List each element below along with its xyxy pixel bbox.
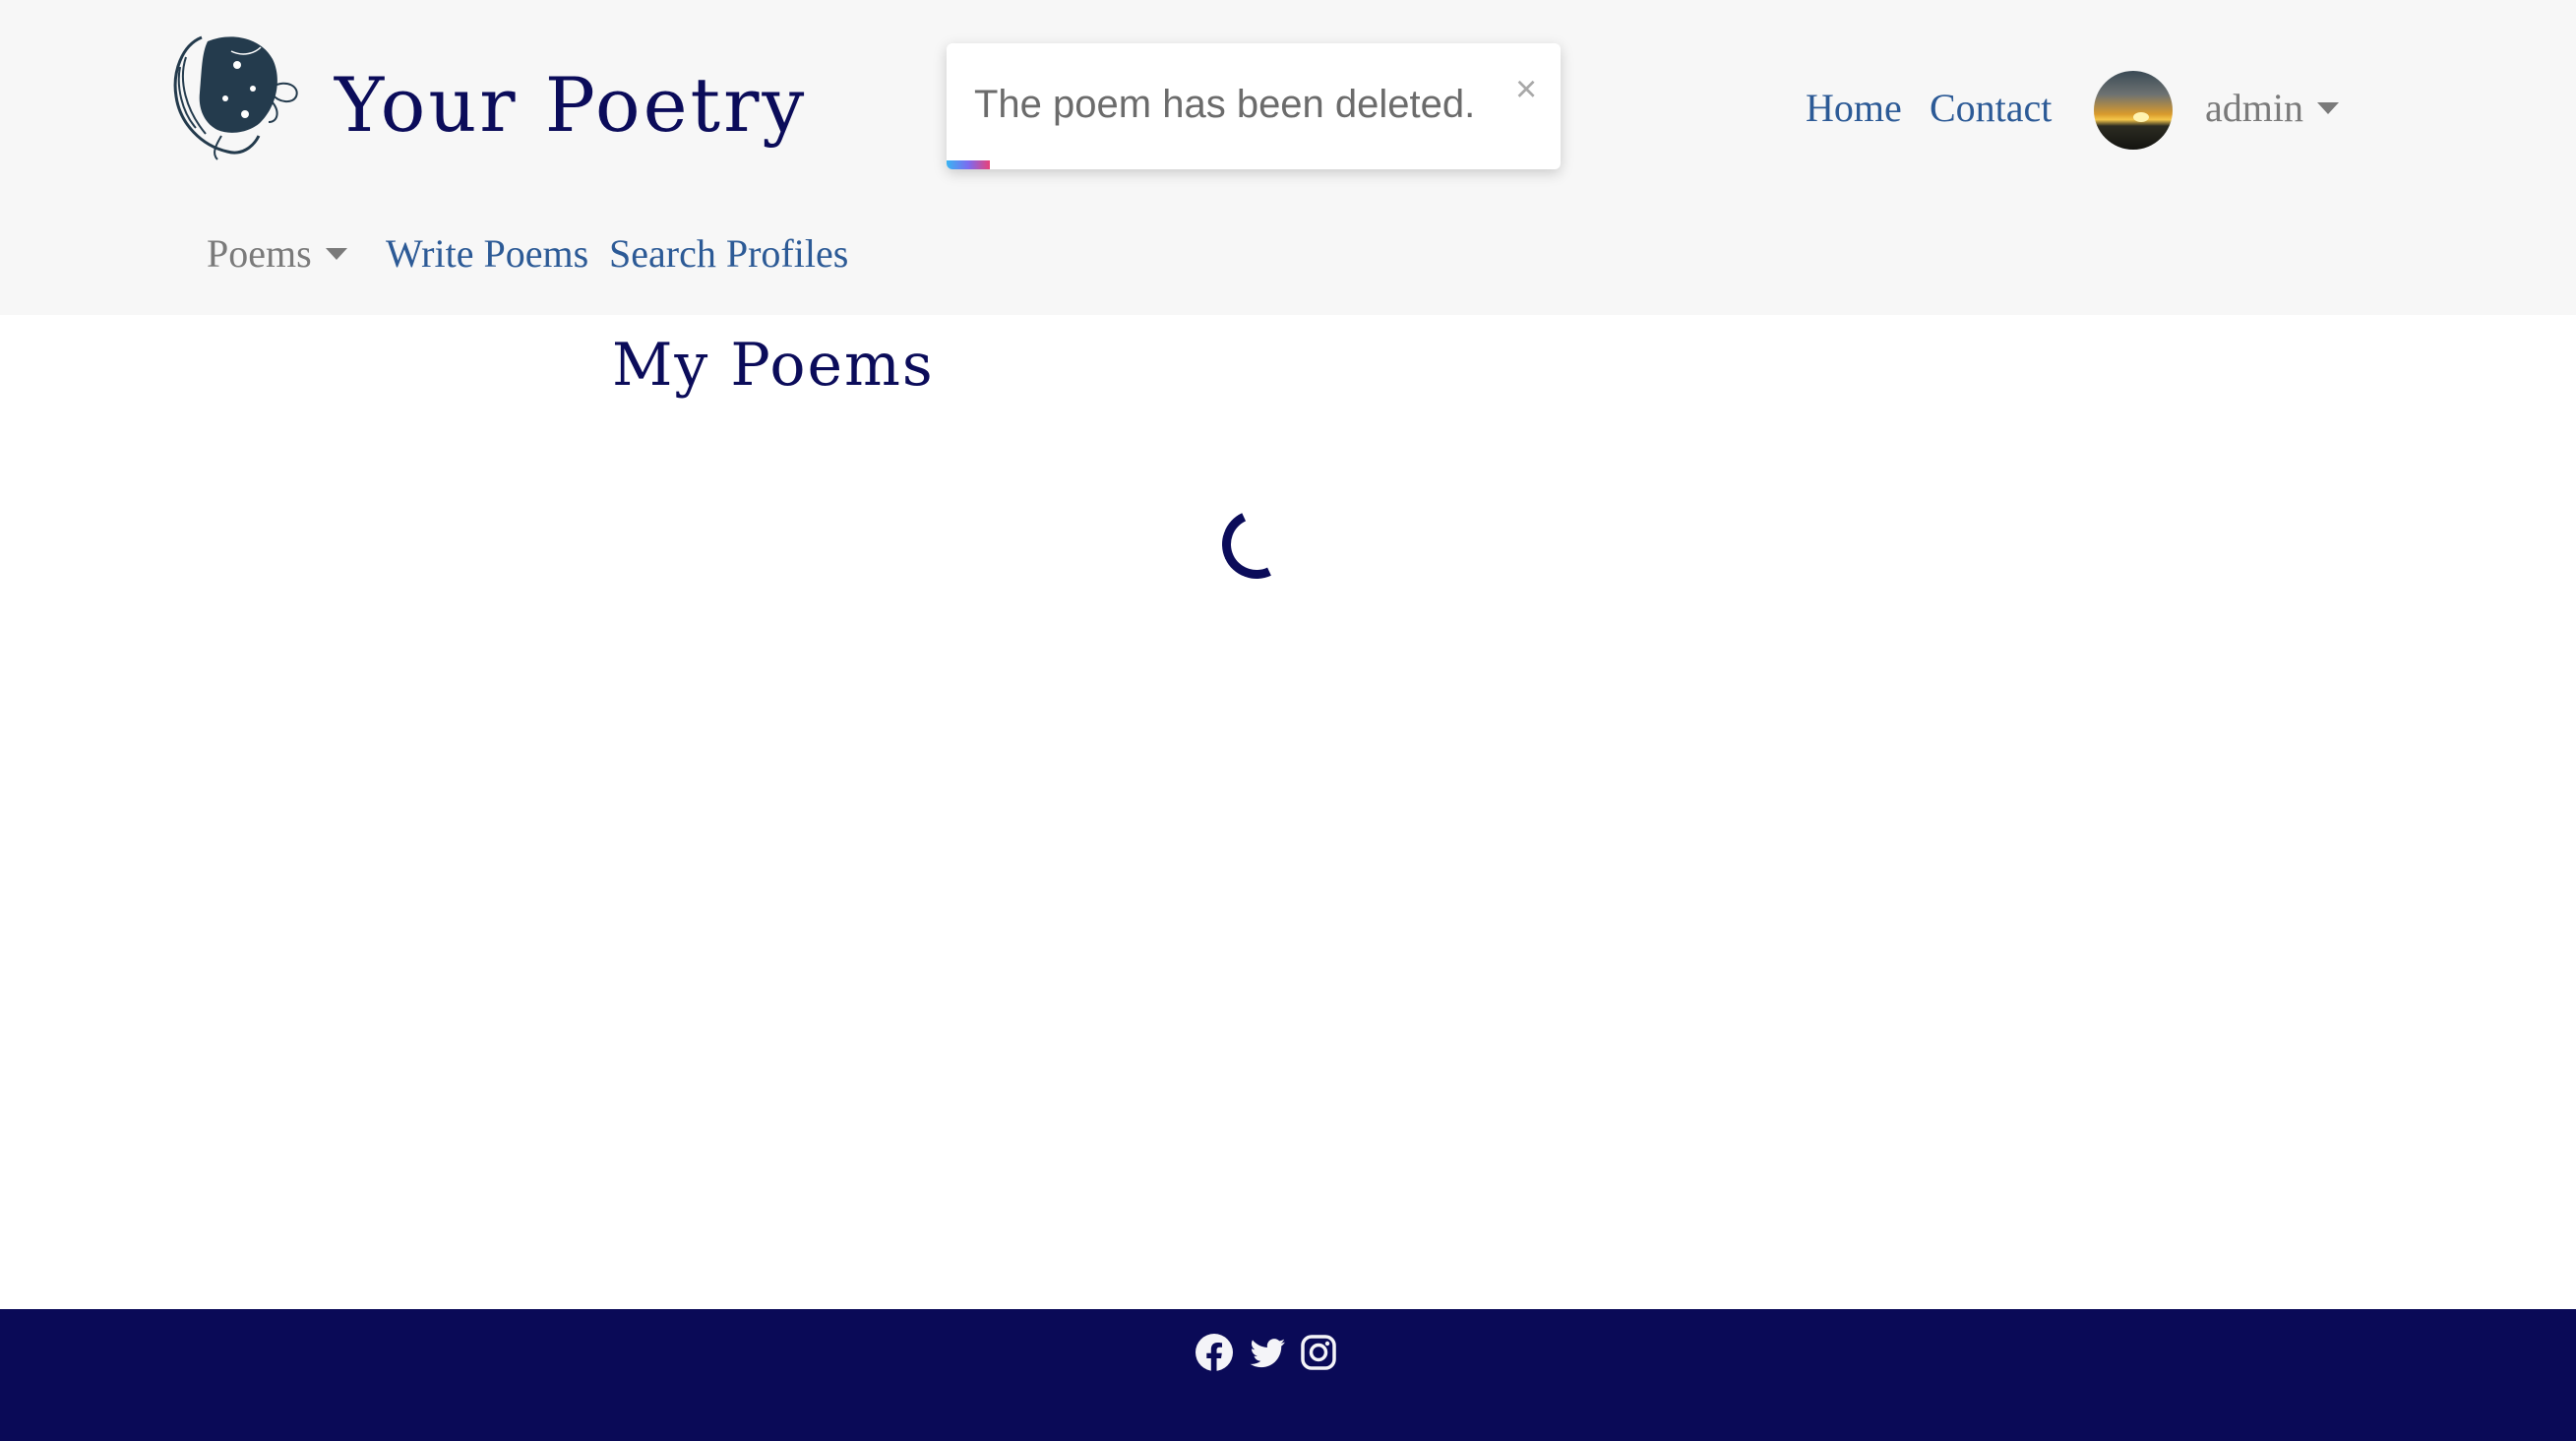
toast-progress-bar [947,160,990,169]
page-title: My Poems [612,331,935,400]
close-icon[interactable]: × [1515,71,1537,108]
user-menu-dropdown[interactable]: admin [2205,85,2339,131]
loading-spinner-icon [1212,500,1301,589]
avatar-sun [2133,112,2149,122]
nav-search-profiles[interactable]: Search Profiles [609,230,848,277]
site-brand-title[interactable]: Your Poetry [335,61,807,149]
nav-write-poems[interactable]: Write Poems [386,230,588,277]
site-footer [0,1309,2576,1441]
user-menu-label: admin [2205,86,2303,130]
facebook-icon[interactable] [1195,1333,1234,1372]
instagram-icon[interactable] [1299,1333,1338,1372]
nav-poems-dropdown[interactable]: Poems [207,230,347,277]
nav-contact[interactable]: Contact [1930,85,2052,131]
caret-down-icon [2316,101,2339,114]
poet-face-logo-icon[interactable] [162,28,304,161]
caret-down-icon [325,247,347,260]
nav-home[interactable]: Home [1806,85,1902,131]
nav-poems-label: Poems [207,231,312,276]
toast-notification: The poem has been deleted. × [947,43,1561,169]
twitter-icon[interactable] [1248,1333,1287,1372]
user-avatar[interactable] [2094,71,2173,150]
toast-message: The poem has been deleted. [974,83,1476,126]
